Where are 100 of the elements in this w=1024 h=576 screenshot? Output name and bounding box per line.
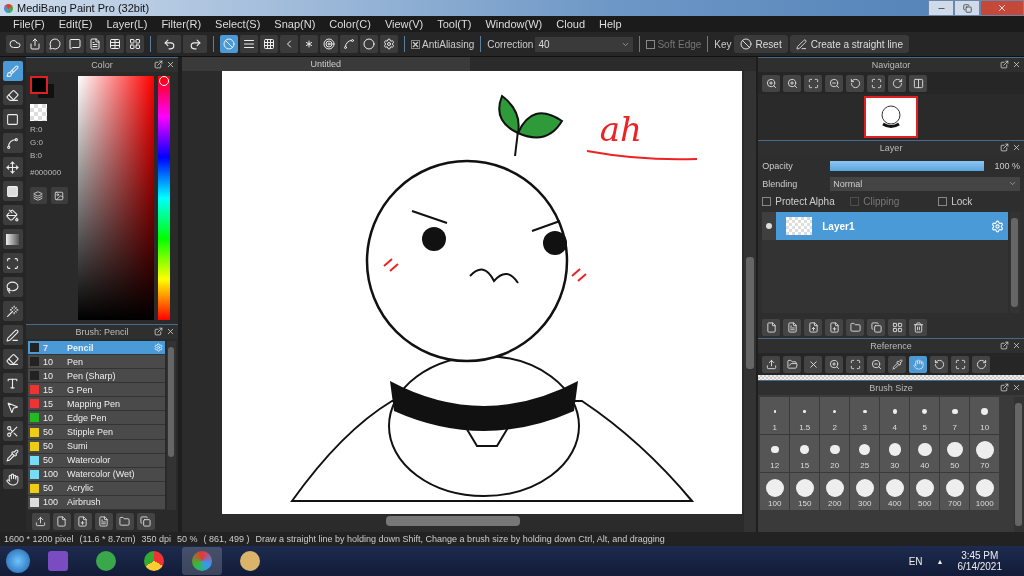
size-label: 100 bbox=[768, 499, 782, 508]
brush-size-cell[interactable]: 12 bbox=[760, 435, 790, 472]
brush-item[interactable]: 15 G Pen bbox=[27, 383, 165, 398]
brush-name: Sumi bbox=[66, 441, 89, 452]
brush-size: 50 bbox=[42, 427, 54, 437]
menu-item[interactable]: Tool(T) bbox=[430, 18, 479, 30]
brush-size-cell[interactable]: 20 bbox=[820, 435, 850, 472]
brush-item[interactable]: 10 Pen (Sharp) bbox=[27, 369, 165, 384]
blending-label: Blending bbox=[762, 178, 799, 189]
panel-title: Layer bbox=[879, 143, 903, 153]
opacity-label: Opacity bbox=[762, 160, 794, 171]
brush-size-cell[interactable]: 4 bbox=[880, 397, 910, 434]
brush-size-cell[interactable]: 2 bbox=[820, 397, 850, 434]
status-text: 50 % bbox=[176, 534, 198, 544]
menu-item[interactable]: Edit(E) bbox=[51, 18, 100, 30]
brush-size: 10 bbox=[42, 412, 54, 423]
handwritten-note: ah bbox=[599, 109, 642, 149]
brush-size-cell[interactable]: 10 bbox=[970, 397, 1000, 434]
status-text: 1600 * 1200 pixel bbox=[4, 534, 74, 544]
brush-item[interactable]: 15 Mapping Pen bbox=[27, 397, 165, 412]
brush-size-cell[interactable]: 70 bbox=[970, 435, 1000, 472]
brush-size-cell[interactable]: 7 bbox=[940, 397, 970, 434]
size-label: 1 bbox=[772, 423, 777, 432]
brush-item[interactable]: 10 Pen bbox=[27, 355, 165, 370]
menu-item[interactable]: Cloud bbox=[549, 18, 592, 30]
size-label: 1.5 bbox=[799, 423, 811, 432]
menu-item[interactable]: Help bbox=[592, 18, 629, 30]
size-label: 4 bbox=[892, 423, 897, 432]
brush-size: 7 bbox=[42, 342, 49, 353]
brush-name: Pen bbox=[66, 356, 84, 367]
brush-size: 10 bbox=[42, 356, 54, 367]
brush-name: Airbrush bbox=[66, 497, 102, 508]
brush-size-cell[interactable]: 5 bbox=[910, 397, 940, 434]
status-text: 350 dpi bbox=[141, 534, 171, 544]
menu-item[interactable]: Layer(L) bbox=[99, 18, 155, 30]
brush-size-cell[interactable]: 1.5 bbox=[790, 397, 820, 434]
straight-line-button[interactable]: Create a straight line bbox=[789, 35, 909, 53]
status-text: (11.6 * 8.7cm) bbox=[79, 534, 136, 544]
reset-button[interactable]: Reset bbox=[733, 35, 788, 53]
brush-name: Watercolor (Wet) bbox=[66, 469, 136, 480]
menu-item[interactable]: Snap(N) bbox=[267, 18, 323, 30]
canvas-page[interactable]: ah bbox=[221, 71, 742, 514]
menu-item[interactable]: Window(W) bbox=[478, 18, 550, 30]
brush-size: 50 bbox=[42, 441, 54, 452]
opacity-reading: 100 % bbox=[993, 160, 1020, 171]
brush-size-cell[interactable]: 300 bbox=[850, 473, 880, 510]
blending-dropdown[interactable]: Normal bbox=[830, 176, 1020, 191]
size-label: 1000 bbox=[975, 499, 994, 508]
brush-size-cell[interactable]: 1000 bbox=[970, 473, 1000, 510]
status-text: Draw a straight line by holding down Shift, Change a brush size by holding down Ctrl, Alt, and dragging bbox=[255, 534, 665, 544]
brush-size-cell[interactable]: 50 bbox=[940, 435, 970, 472]
brush-size-cell[interactable]: 30 bbox=[880, 435, 910, 472]
brush-item[interactable]: 10 Edge Pen bbox=[27, 411, 165, 426]
brush-size-cell[interactable]: 700 bbox=[940, 473, 970, 510]
layer-name: Layer1 bbox=[822, 220, 856, 232]
clock-time: 3:45 PM bbox=[961, 550, 999, 561]
brush-size-cell[interactable]: 500 bbox=[910, 473, 940, 510]
brush-size: 100 bbox=[42, 469, 59, 480]
brush-size-cell[interactable]: 25 bbox=[850, 435, 880, 472]
brush-size-cell[interactable]: 15 bbox=[790, 435, 820, 472]
language-indicator[interactable]: EN bbox=[908, 555, 923, 567]
correction-label: Correction bbox=[487, 38, 534, 50]
brush-size-cell[interactable]: 40 bbox=[910, 435, 940, 472]
document-tab[interactable]: Untitled bbox=[181, 57, 470, 71]
panel-title: Color bbox=[91, 60, 113, 70]
brush-size-cell[interactable]: 3 bbox=[850, 397, 880, 434]
size-label: 150 bbox=[798, 499, 812, 508]
brush-item[interactable]: 50 Stipple Pen bbox=[27, 425, 165, 440]
size-label: 15 bbox=[800, 461, 810, 470]
clock-date: 6/14/2021 bbox=[957, 561, 1002, 572]
menu-item[interactable]: File(F) bbox=[6, 18, 52, 30]
brush-size-cell[interactable]: 150 bbox=[790, 473, 820, 510]
menu-item[interactable]: Select(S) bbox=[208, 18, 268, 30]
brush-size-cell[interactable]: 400 bbox=[880, 473, 910, 510]
size-label: 12 bbox=[770, 461, 780, 470]
panel-title: Brush Size bbox=[869, 383, 913, 393]
rgb-reading: B:0 bbox=[29, 151, 43, 160]
brush-size-cell[interactable]: 1 bbox=[760, 397, 790, 434]
brush-size-cell[interactable]: 200 bbox=[820, 473, 850, 510]
size-label: 7 bbox=[952, 423, 957, 432]
size-label: 30 bbox=[890, 461, 900, 470]
brush-name: Pen (Sharp) bbox=[66, 370, 117, 381]
size-label: 400 bbox=[888, 499, 902, 508]
menu-item[interactable]: Color(C) bbox=[322, 18, 378, 30]
brush-name: Acrylic bbox=[66, 483, 95, 494]
window-title: MediBang Paint Pro (32bit) bbox=[17, 2, 150, 14]
menu-item[interactable]: View(V) bbox=[377, 18, 431, 30]
size-label: 40 bbox=[920, 461, 930, 470]
size-label: 25 bbox=[860, 461, 870, 470]
menu-item[interactable]: Filter(R) bbox=[154, 18, 209, 30]
size-label: 70 bbox=[980, 461, 990, 470]
clock[interactable]: 3:45 PM 6/14/2021 bbox=[957, 550, 1002, 572]
brush-size: 100 bbox=[42, 497, 59, 508]
brush-size-cell[interactable]: 100 bbox=[760, 473, 790, 510]
antialiasing-label: AntiAliasing bbox=[422, 38, 475, 50]
option-label: Lock bbox=[951, 196, 973, 207]
brush-name: Mapping Pen bbox=[66, 398, 121, 409]
correction-dropdown[interactable]: 40 bbox=[535, 36, 634, 52]
panel-title: Brush: Pencil bbox=[75, 327, 129, 337]
size-label: 10 bbox=[980, 423, 990, 432]
